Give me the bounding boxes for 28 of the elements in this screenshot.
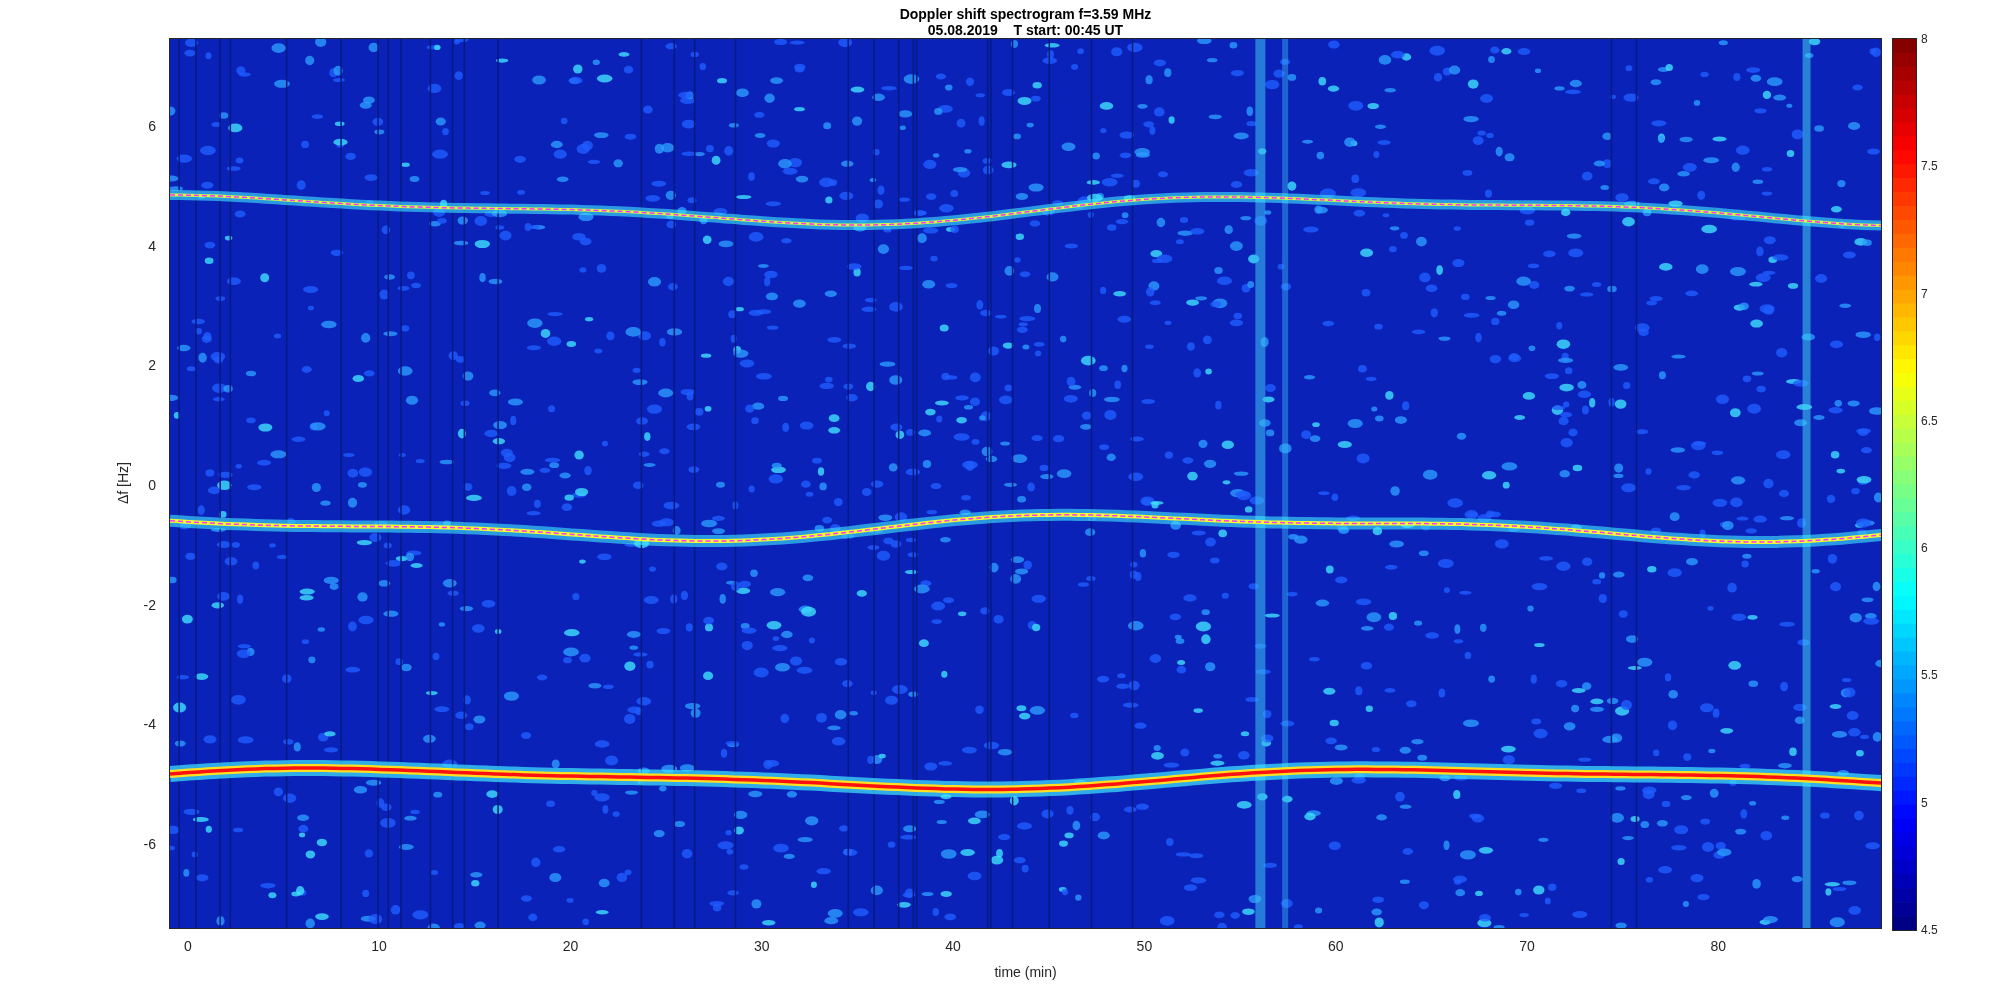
x-tick-label: 60 <box>1327 938 1344 954</box>
colorbar-tick-label: 5 <box>1921 795 1928 810</box>
y-tick-label: -4 <box>143 716 156 733</box>
x-tick-label: 50 <box>1136 938 1153 954</box>
x-tick-label: 10 <box>371 938 387 954</box>
y-tick-label: 4 <box>148 237 156 254</box>
y-tick-label: 0 <box>148 477 156 493</box>
x-axis-label: time (min) <box>994 964 1057 980</box>
y-tick-label: 2 <box>148 357 156 374</box>
chart-title: 05.08.2019 T start: 00:45 UT <box>927 22 1124 38</box>
x-tick-label: 80 <box>1710 938 1727 954</box>
chart-title: Doppler shift spectrogram f=3.59 MHz <box>899 6 1152 22</box>
colorbar-tick-label: 7.5 <box>1921 159 1938 174</box>
colorbar-tick-label: 6.5 <box>1921 413 1938 428</box>
x-tick-label: 0 <box>183 938 192 954</box>
y-tick-label: -6 <box>143 836 156 853</box>
colorbar-tick-label: 6 <box>1921 541 1928 556</box>
x-tick-label: 70 <box>1519 938 1535 954</box>
y-tick-label: -2 <box>143 596 156 613</box>
x-tick-label: 30 <box>753 938 770 954</box>
colorbar-tick-label: 5.5 <box>1921 668 1938 683</box>
colorbar-tick-label: 4.5 <box>1921 923 1938 937</box>
y-tick-label: 6 <box>148 117 156 134</box>
colorbar-tick-label: 8 <box>1921 32 1928 46</box>
x-tick-label: 20 <box>562 938 579 954</box>
y-axis-label: Δf [Hz] <box>115 462 131 504</box>
colorbar-tick-label: 7 <box>1921 286 1928 301</box>
x-tick-label: 40 <box>945 938 961 954</box>
